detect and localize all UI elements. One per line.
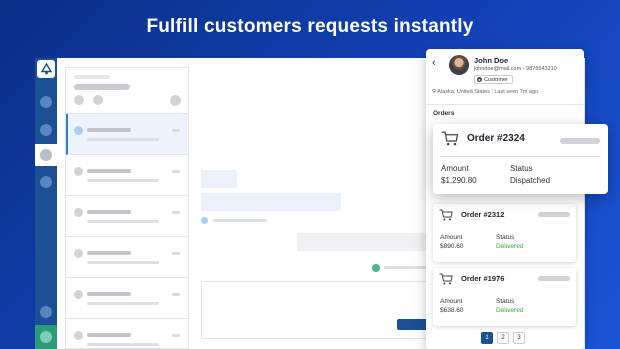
amount-label: Amount [440, 234, 463, 241]
chat-area [189, 67, 437, 349]
status-label: Status [496, 234, 515, 241]
last-seen: Last seen 7m ago [494, 89, 539, 95]
order-amount: $638.60 [440, 307, 464, 314]
nav-item-active[interactable] [35, 144, 57, 166]
amount-label: Amount [441, 164, 469, 173]
orders-heading: Orders [433, 110, 455, 117]
back-chevron-icon[interactable]: ‹ [432, 57, 436, 69]
customer-name: John Doe [474, 56, 509, 65]
order-number: Order #1976 [461, 274, 505, 283]
order-card-highlighted[interactable]: Order #2324 Amount $1,290.80 Status Disp… [433, 124, 608, 194]
nav-icon-6 [40, 331, 52, 343]
customer-location-row: ⚲ Alaska, United States | Last seen 7m a… [432, 89, 539, 95]
pagination: 1 2 3 [481, 332, 525, 344]
customer-contact: johndoe@mail.com • 9876543210 [474, 66, 557, 72]
status-label: Status [496, 298, 515, 305]
list-item[interactable] [66, 278, 188, 319]
order-status: Dispatched [510, 176, 551, 185]
list-item[interactable] [66, 114, 188, 155]
page-button-1[interactable]: 1 [481, 332, 493, 344]
customer-email: johndoe@mail.com [474, 66, 522, 72]
user-icon: ● [477, 77, 482, 82]
message-bubble [297, 233, 427, 251]
page-button-3[interactable]: 3 [513, 332, 525, 344]
nav-icon-5[interactable] [40, 306, 52, 318]
location-pin-icon: ⚲ [432, 89, 437, 95]
list-item[interactable] [66, 196, 188, 237]
list-item[interactable] [66, 155, 188, 196]
divider [441, 156, 600, 157]
list-item[interactable] [66, 319, 188, 349]
nav-icon-4[interactable] [40, 176, 52, 188]
nav-icon-2[interactable] [40, 124, 52, 136]
order-number: Order #2312 [461, 210, 505, 219]
amount-label: Amount [440, 298, 463, 305]
nav-icon-3 [40, 149, 52, 161]
agent-avatar [201, 217, 208, 224]
cart-icon [439, 209, 453, 221]
user-avatar [372, 264, 380, 272]
customer-panel: ‹ John Doe johndoe@mail.com • 9876543210… [426, 49, 584, 349]
order-amount: $1,290.80 [441, 176, 477, 185]
nav-rail [35, 58, 57, 349]
customer-location: Alaska, United States [437, 89, 490, 95]
message-bubble [201, 193, 341, 211]
page-headline: Fulfill customers requests instantly [146, 16, 474, 37]
order-number: Order #2324 [467, 133, 525, 144]
cart-icon [439, 273, 453, 285]
avatar [449, 55, 469, 75]
sort-icon[interactable] [93, 95, 103, 105]
order-status: Delivered [496, 307, 524, 314]
filter-icon[interactable] [74, 95, 84, 105]
message-bubble [201, 170, 237, 188]
customer-badge: ● Customer [474, 75, 513, 84]
list-item[interactable] [66, 237, 188, 278]
customer-phone: 9876543210 [526, 66, 557, 72]
status-label: Status [510, 164, 533, 173]
more-icon[interactable] [170, 95, 181, 106]
cart-icon [441, 131, 459, 146]
app-logo-icon[interactable] [37, 60, 55, 78]
message-composer[interactable] [201, 281, 433, 339]
page-button-2[interactable]: 2 [497, 332, 509, 344]
conversation-list [65, 67, 189, 349]
order-status: Delivered [496, 243, 524, 250]
order-card[interactable]: Order #1976 Amount $638.60 Status Delive… [433, 268, 576, 326]
order-card[interactable]: Order #2312 Amount $890.60 Status Delive… [433, 204, 576, 262]
customer-header: ‹ John Doe johndoe@mail.com • 9876543210… [426, 49, 584, 105]
list-header [66, 68, 188, 114]
nav-icon-1[interactable] [40, 96, 52, 108]
nav-item-bottom[interactable] [35, 325, 57, 349]
order-amount: $890.60 [440, 243, 464, 250]
